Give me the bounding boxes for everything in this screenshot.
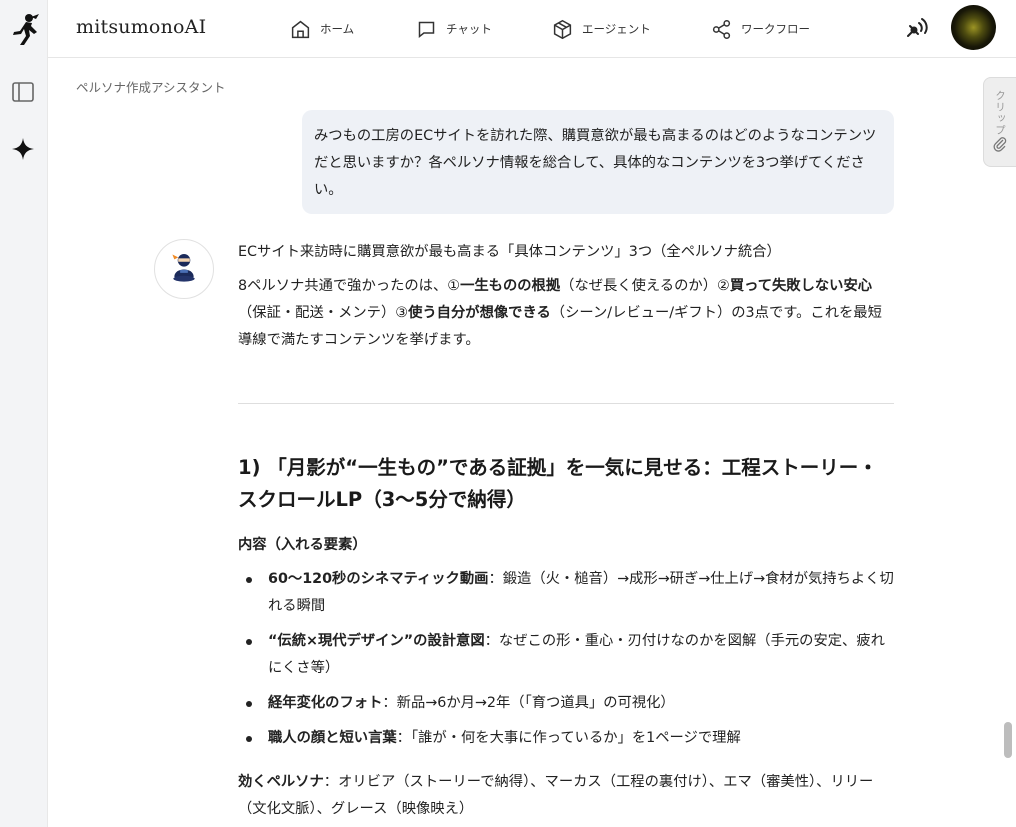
content-bullet-list: 60〜120秒のシネマティック動画：鍛造（火・槌音）→成形→研ぎ→仕上げ→食材が… [238,566,894,760]
ninja-logo-icon[interactable] [6,12,42,48]
content-label: 内容（入れる要素） [238,537,367,553]
effective-personas: 効くペルソナ：オリビア（ストーリーで納得）、マーカス（工程の裏付け）、エマ（審美… [238,774,874,817]
assistant-answer: ECサイト来訪時に購買意欲が最も高まる「具体コンテンツ」3つ（全ペルソナ統合） … [238,240,894,354]
share-nodes-icon [712,19,731,39]
nav-agent-label: エージェント [582,22,651,36]
nav-home-label: ホーム [320,22,355,36]
brand-name[interactable]: mitsumonoAI [76,16,206,38]
list-item: 60〜120秒のシネマティック動画：鍛造（火・槌音）→成形→研ぎ→仕上げ→食材が… [238,566,894,620]
sidebar-toggle-icon[interactable] [12,82,34,102]
chat-icon [418,21,435,38]
assistant-avatar [154,239,214,299]
user-message-bubble: みつもの工房のECサイトを訪れた際、購買意欲が最も高まるのはどのようなコンテンツ… [302,110,894,214]
nav-workflow-label: ワークフロー [741,22,810,36]
scrollbar-thumb[interactable] [1004,722,1012,758]
clip-tab[interactable]: クリップ [983,77,1016,167]
nav-chat-label: チャット [446,22,492,36]
nav-home[interactable]: ホーム [290,0,354,58]
cube-icon [553,19,572,39]
broadcast-icon[interactable] [902,14,930,42]
answer-paragraph: 8ペルソナ共通で強かったのは、①一生ものの根拠（なぜ長く使えるのか）②買って失敗… [238,278,882,348]
section-heading: 1) 「月影が“一生もの”である証拠」を一気に見せる：工程ストーリー・スクロール… [238,456,878,511]
list-item: “伝統×現代デザイン”の設計意図：なぜこの形・重心・刃付けなのかを図解（手元の安… [238,628,894,682]
user-avatar[interactable] [951,5,996,50]
nav-workflow[interactable]: ワークフロー [711,0,810,58]
nav-agent[interactable]: エージェント [552,0,651,58]
list-item: 職人の顔と短い言葉：「誰が・何を大事に作っているか」を1ページで理解 [238,725,894,752]
answer-intro: ECサイト来訪時に購買意欲が最も高まる「具体コンテンツ」3つ（全ペルソナ統合） [238,244,781,260]
paperclip-icon [993,137,1007,152]
left-rail [0,0,48,827]
sparkle-icon[interactable] [11,137,35,161]
home-icon [291,20,310,38]
breadcrumb: ペルソナ作成アシスタント [76,80,226,95]
nav-chat[interactable]: チャット [416,0,492,58]
list-item: 経年変化のフォト：新品→6か月→2年（「育つ道具」の可視化） [238,690,894,717]
clip-label: クリップ [994,90,1006,136]
divider [238,403,894,404]
